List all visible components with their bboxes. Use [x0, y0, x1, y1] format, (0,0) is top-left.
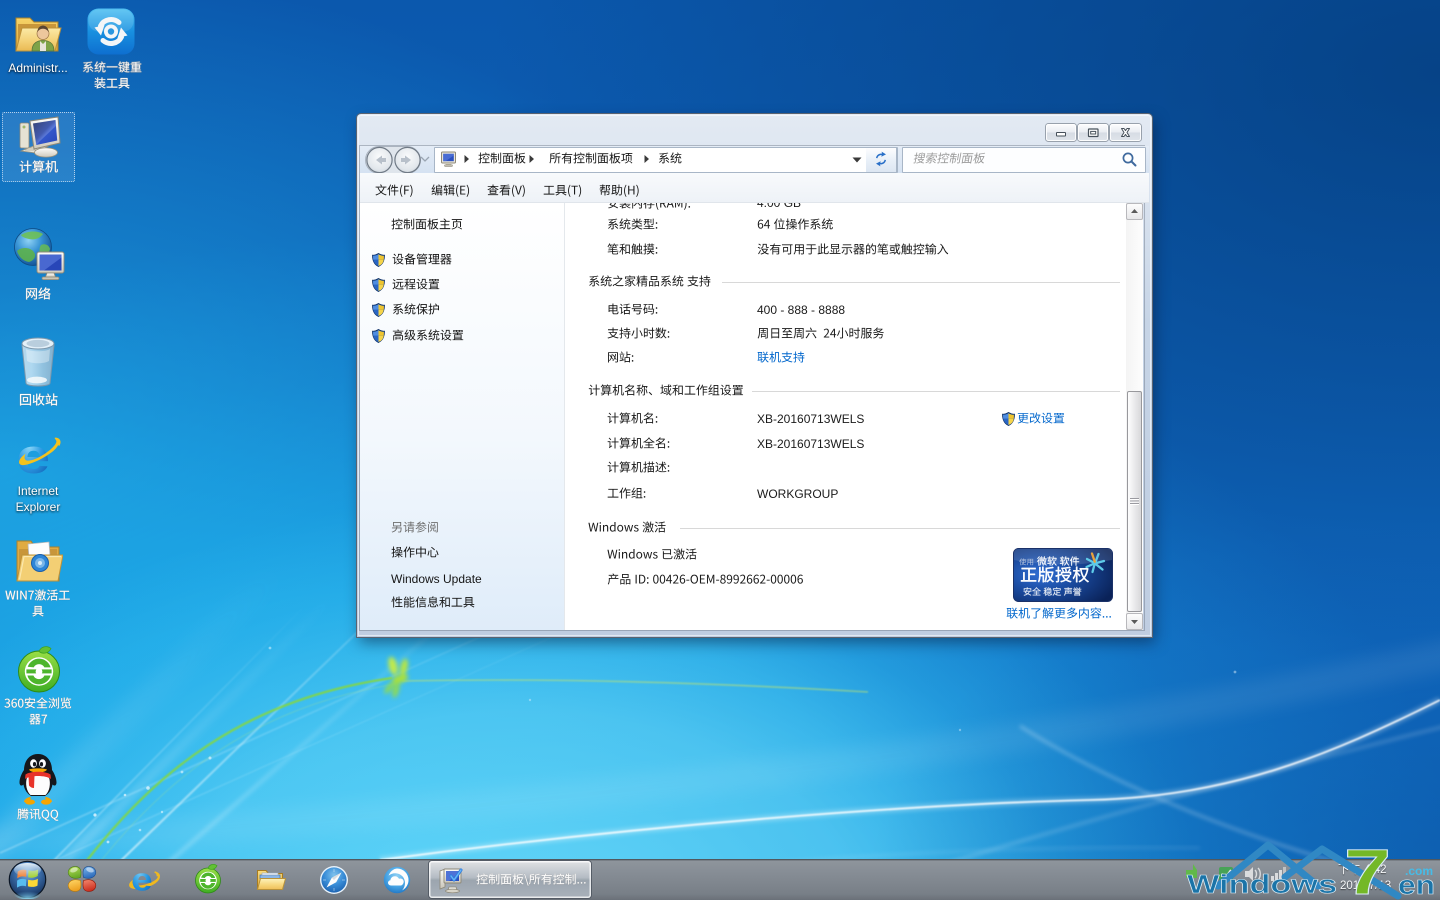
- svg-text:e: e: [131, 864, 152, 896]
- svg-text:Windows: Windows: [1187, 869, 1337, 899]
- svg-text:7: 7: [1344, 836, 1391, 900]
- svg-text:.com: .com: [1405, 864, 1433, 878]
